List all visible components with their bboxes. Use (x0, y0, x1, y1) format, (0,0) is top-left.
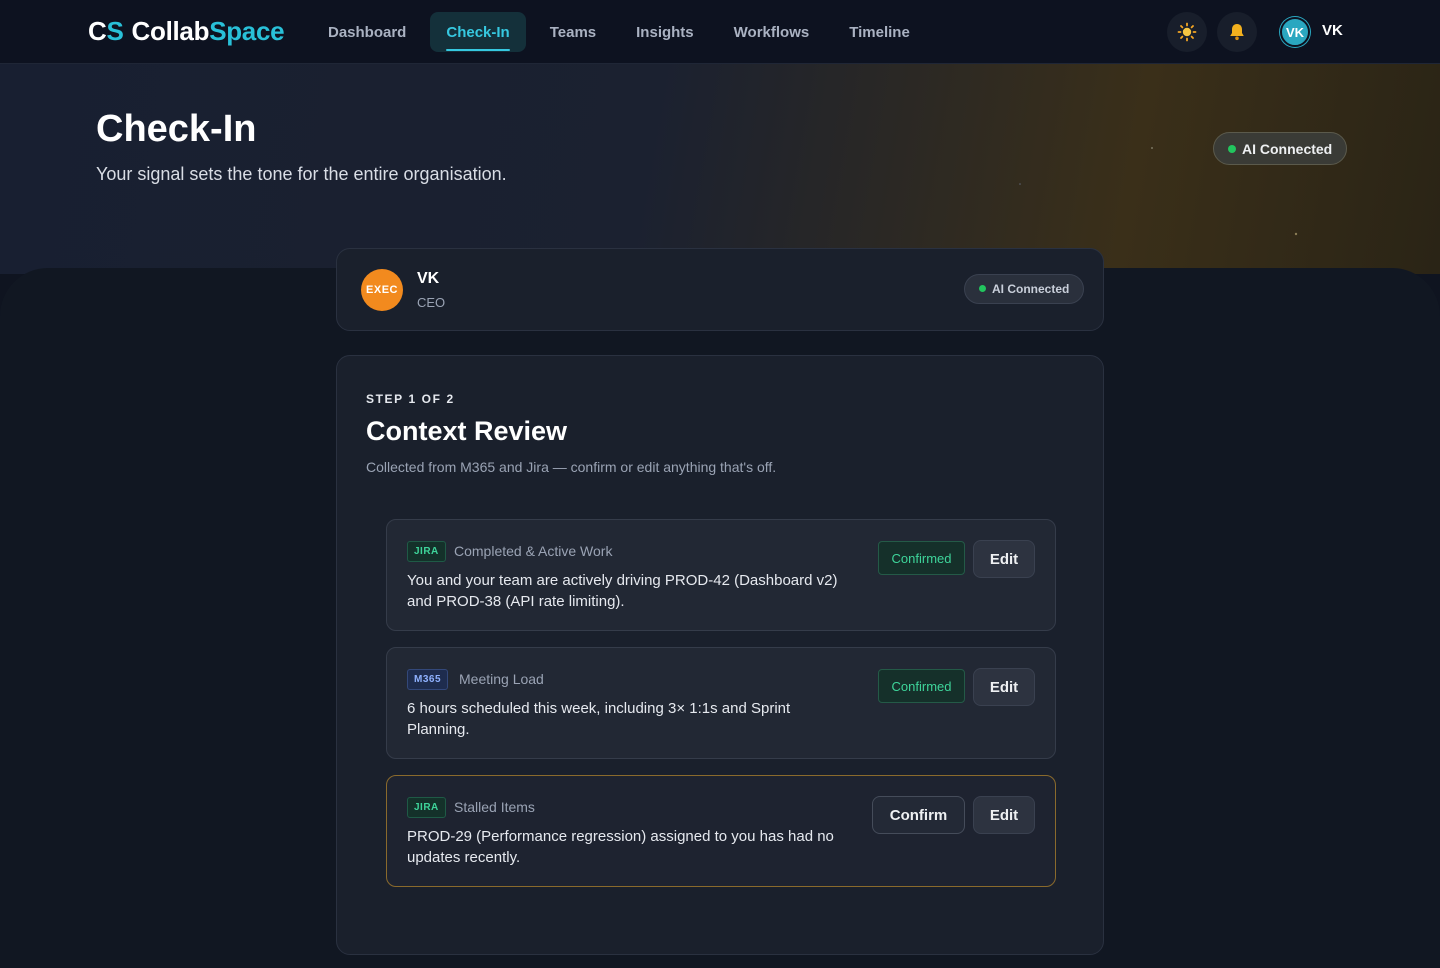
notifications-button[interactable] (1217, 12, 1257, 52)
item-category: Stalled Items (454, 799, 535, 815)
edit-button[interactable]: Edit (973, 796, 1035, 834)
ai-status-badge: AI Connected (1213, 132, 1348, 165)
user-name[interactable]: VK (1322, 22, 1343, 39)
confirm-button[interactable]: Confirm (872, 796, 965, 834)
brand-name-part-2: Space (209, 16, 285, 46)
nav-teams[interactable]: Teams (534, 12, 612, 52)
profile-role: CEO (417, 295, 446, 310)
source-tag-jira: JIRA (407, 541, 446, 562)
user-profile-card: EXEC VK CEO AI Connected (336, 248, 1104, 331)
brand-monogram: CS (88, 16, 124, 46)
nav-timeline[interactable]: Timeline (833, 12, 926, 52)
step-indicator: STEP 1 OF 2 (366, 392, 455, 406)
bell-icon (1230, 24, 1244, 41)
sun-icon (1177, 22, 1197, 42)
edit-button[interactable]: Edit (973, 668, 1035, 706)
brand-logo[interactable]: CS Collab Space (88, 16, 285, 47)
profile-ai-status-label: AI Connected (992, 282, 1070, 296)
source-tag-jira: JIRA (407, 797, 446, 818)
confirmed-badge: Confirmed (878, 669, 965, 703)
item-text: PROD-29 (Performance regression) assigne… (407, 828, 834, 866)
item-text: 6 hours scheduled this week, including 3… (407, 700, 791, 738)
status-dot-icon (979, 285, 986, 292)
ai-status-label: AI Connected (1242, 140, 1333, 157)
item-text: You and your team are actively driving P… (407, 572, 838, 610)
page-title: Check-In (96, 108, 257, 150)
exec-badge: EXEC (361, 269, 403, 311)
main-nav: Dashboard Check-In Teams Insights Workfl… (312, 12, 926, 52)
page-subtitle: Your signal sets the tone for the entire… (96, 164, 507, 184)
context-review-card: STEP 1 OF 2 Context Review Collected fro… (336, 355, 1104, 955)
context-item-stalled: JIRA Stalled Items PROD-29 (Performance … (386, 775, 1056, 887)
profile-name: VK (417, 270, 440, 287)
edit-button[interactable]: Edit (973, 540, 1035, 578)
profile-ai-status-badge: AI Connected (964, 274, 1085, 304)
user-avatar[interactable]: VK (1280, 17, 1310, 47)
nav-insights[interactable]: Insights (620, 12, 710, 52)
nav-check-in[interactable]: Check-In (430, 12, 526, 52)
brand-name-part-1: Collab (131, 16, 210, 46)
confirmed-badge: Confirmed (878, 541, 965, 575)
section-subtitle: Collected from M365 and Jira — confirm o… (366, 459, 777, 475)
item-category: Completed & Active Work (454, 543, 613, 559)
source-tag-m365: M365 (407, 669, 449, 690)
nav-workflows[interactable]: Workflows (718, 12, 826, 52)
theme-toggle-button[interactable] (1167, 12, 1207, 52)
status-dot-icon (1228, 145, 1236, 153)
context-item: M365 Meeting Load 6 hours scheduled this… (386, 647, 1056, 759)
nav-dashboard[interactable]: Dashboard (312, 12, 422, 52)
top-navbar: CS Collab Space Dashboard Check-In Teams … (0, 0, 1440, 64)
item-category: Meeting Load (459, 671, 544, 687)
section-title: Context Review (366, 416, 568, 446)
context-item: JIRA Completed & Active Work You and you… (386, 519, 1056, 631)
